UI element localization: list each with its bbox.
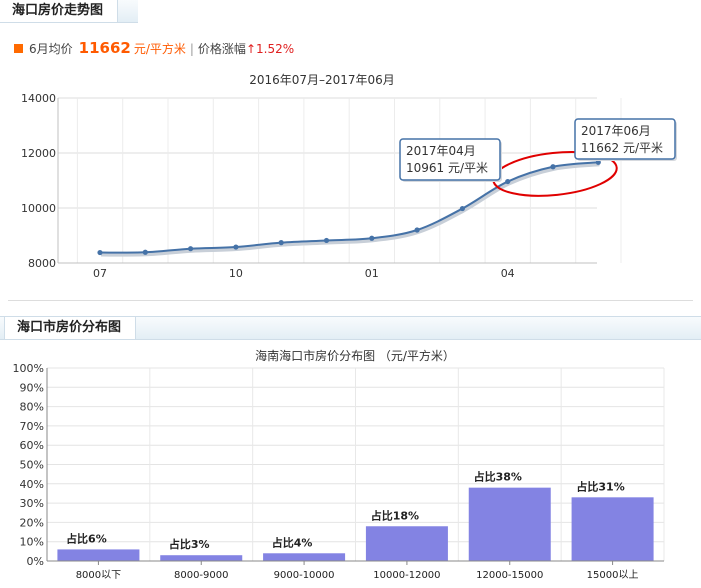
bar-2	[160, 555, 243, 561]
bar-y-tick-label: 10%	[20, 536, 44, 549]
bar-y-tick-label: 40%	[20, 478, 44, 491]
bar-6	[571, 497, 654, 561]
bar-data-label: 占比38%	[474, 470, 522, 484]
bar-x-tick-label: 15000以上	[587, 569, 639, 581]
bar-data-label: 占比6%	[66, 531, 107, 545]
bar-y-tick-label: 30%	[20, 497, 44, 510]
bar-y-tick-label: 80%	[20, 401, 44, 414]
bar-data-label: 占比31%	[576, 479, 624, 493]
bar-y-tick-label: 50%	[20, 459, 44, 472]
bar-chart-title: 海南海口市房价分布图 （元/平方米）	[255, 348, 455, 363]
bar-y-tick-label: 100%	[13, 362, 44, 375]
bar-data-label: 占比18%	[371, 508, 419, 522]
bar-1	[57, 549, 140, 561]
bar-y-tick-label: 90%	[20, 381, 44, 394]
bar-y-tick-label: 0%	[27, 555, 44, 568]
bar-3	[263, 553, 346, 561]
bar-data-label: 占比3%	[169, 537, 210, 551]
bar-x-tick-label: 12000-15000	[476, 570, 543, 581]
bar-y-tick-label: 60%	[20, 439, 44, 452]
bar-x-tick-label: 8000-9000	[174, 570, 229, 581]
bar-x-tick-label: 10000-12000	[373, 570, 440, 581]
bar-y-tick-label: 70%	[20, 420, 44, 433]
bar-x-tick-label: 9000-10000	[274, 570, 335, 581]
bar-4	[365, 526, 448, 561]
bar-data-label: 占比4%	[272, 535, 313, 549]
bar-5	[468, 487, 551, 561]
bar-y-tick-label: 20%	[20, 516, 44, 529]
price-distribution-bar-chart: 海南海口市房价分布图 （元/平方米） 0% 10% 20% 30% 40% 50% 60% 7…	[13, 348, 665, 581]
bar-x-tick-label: 8000以下	[76, 570, 121, 581]
